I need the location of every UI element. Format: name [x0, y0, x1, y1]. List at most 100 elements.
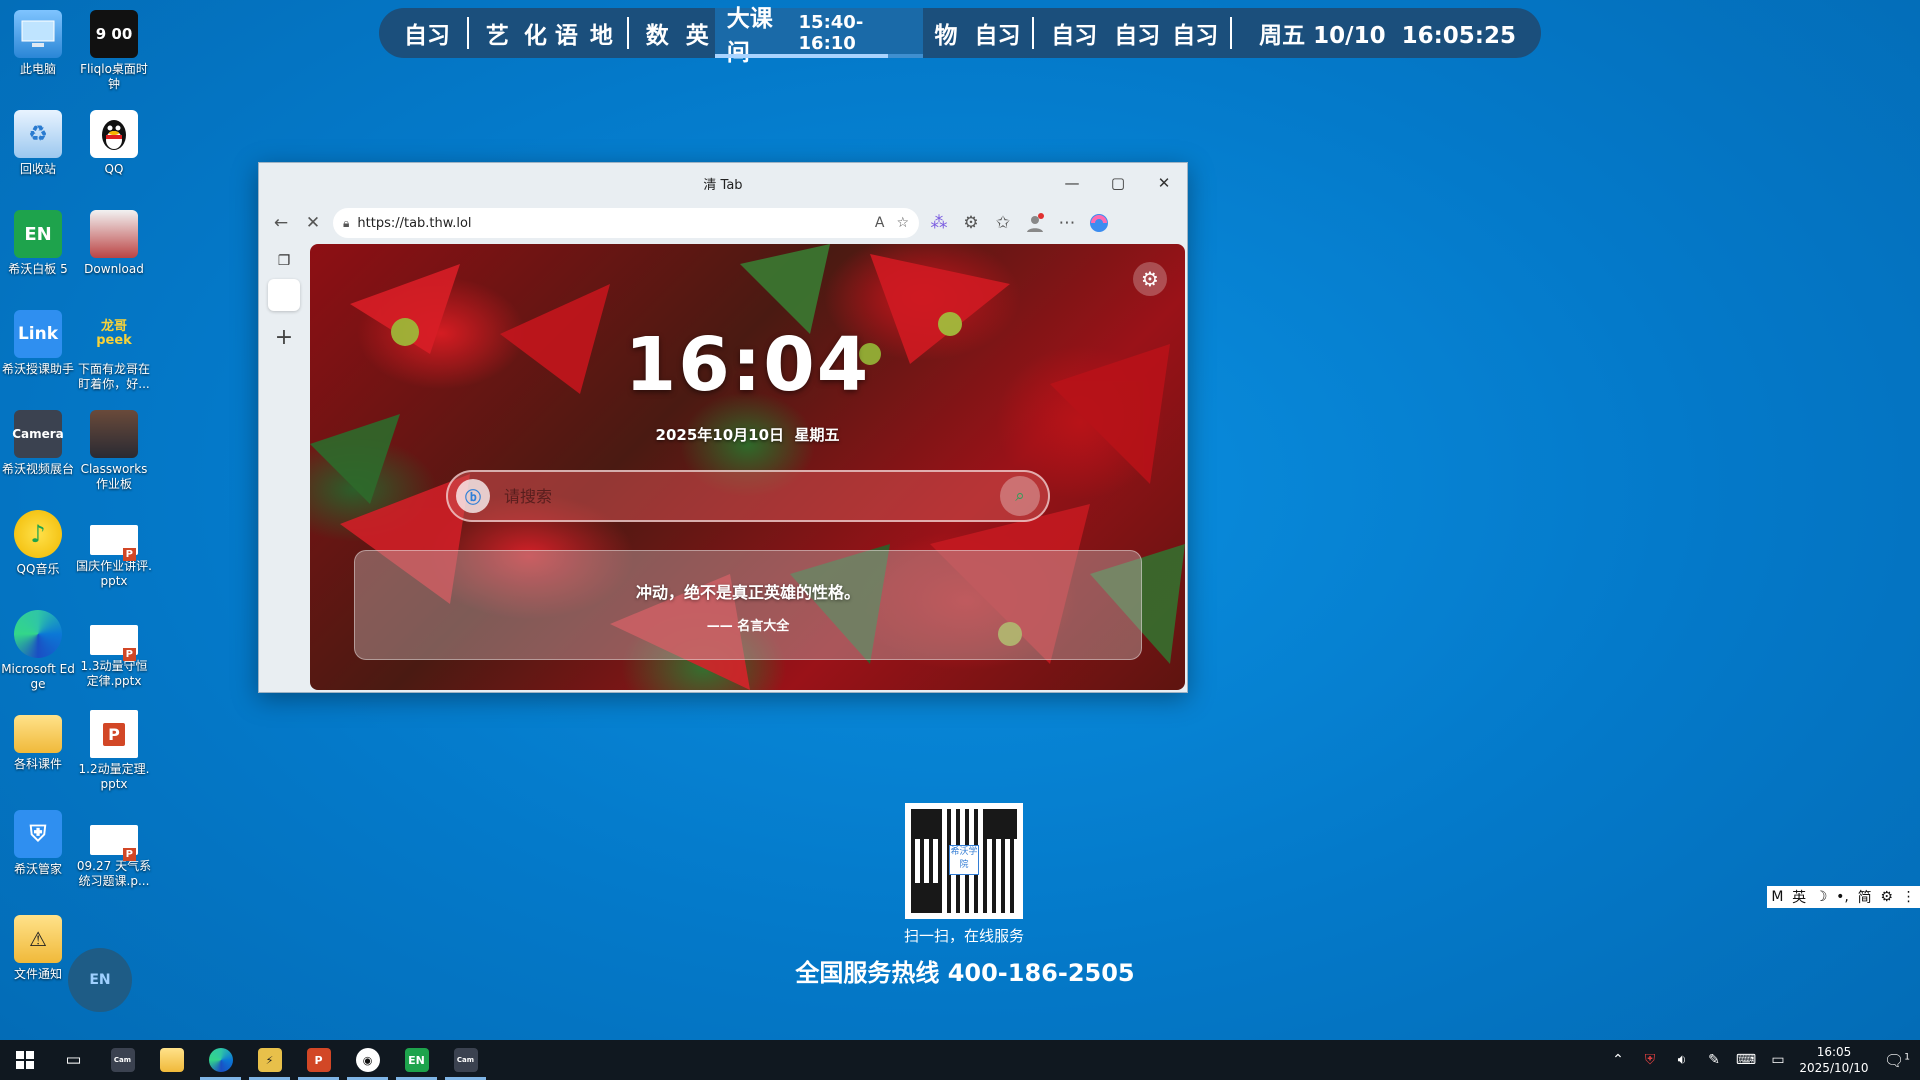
seewo-camera-icon: Camera	[12, 410, 64, 458]
address-url[interactable]: https://tab.thw.lol	[357, 216, 862, 231]
qr-pattern: 希沃学院	[911, 809, 1017, 913]
desktop-icon-seewo-camera[interactable]: Camera 希沃视频展台	[0, 410, 76, 477]
taskbar-seewo-camera-icon[interactable]: Cam	[98, 1040, 147, 1080]
desktop-icon-courseware-folder[interactable]: 各科课件	[0, 715, 76, 772]
schedule-clock: 周五 10/10 16:05:25	[1259, 23, 1517, 49]
desktop-icon-seewo-guard[interactable]: ⛨ 希沃管家	[0, 810, 76, 877]
settings-gear-icon[interactable]: ⚙	[1133, 262, 1167, 296]
notification-icon[interactable]: 🗨︎1	[1874, 1051, 1920, 1070]
browser-window[interactable]: 清 Tab — ▢ ✕ ← ✕ 🔒︎ https://tab.thw.lol A…	[258, 162, 1188, 693]
desktop-icon-label: 希沃授课助手	[1, 362, 74, 376]
pptx-file-icon: P	[90, 625, 138, 661]
taskbar-qq-icon[interactable]: ◉	[343, 1040, 392, 1080]
desktop-icon-fliqlo[interactable]: 9 00 Fliqlo桌面时钟	[76, 10, 152, 92]
schedule-item: 数	[645, 23, 669, 49]
taskbar-powerpoint-icon[interactable]: P	[294, 1040, 343, 1080]
class-schedule-bar: 自习 艺 化 语 地 数 英 大课间 15:40-16:10 物 自习 自习 自…	[379, 6, 1541, 66]
volume-icon[interactable]: 🔉︎	[1666, 1052, 1698, 1068]
extension-grid-icon[interactable]: ⁂	[923, 207, 955, 239]
desktop-icon-label: Fliqlo桌面时钟	[80, 62, 148, 91]
start-icon[interactable]	[0, 1040, 49, 1080]
desktop-icon-pptx-3[interactable]: P 1.2动量定理.pptx	[76, 710, 152, 792]
favorite-star-icon[interactable]: ☆	[896, 215, 909, 231]
pen-icon[interactable]: ✎	[1698, 1052, 1730, 1068]
desktop-icon-recycle-bin[interactable]: ♻ 回收站	[0, 110, 76, 177]
profile-icon[interactable]	[1019, 207, 1051, 239]
desktop-icon-qq[interactable]: QQ	[76, 110, 152, 177]
lock-icon[interactable]: 🔒︎	[343, 216, 349, 231]
search-input[interactable]	[504, 486, 1000, 506]
desktop-icon-pptx-4[interactable]: P 09.27 天气系统习题课.p...	[76, 825, 152, 889]
desktop-icon-qq-music[interactable]: ♪ QQ音乐	[0, 510, 76, 577]
desktop-icon-label: 希沃管家	[13, 862, 62, 876]
desktop-icon-label: QQ音乐	[16, 562, 60, 576]
pptx-file-icon: P	[90, 525, 138, 561]
window-titlebar[interactable]: 清 Tab — ▢ ✕	[259, 163, 1187, 203]
taskbar-fliqlo-icon[interactable]: ⚡	[245, 1040, 294, 1080]
new-tab-icon[interactable]: +	[275, 325, 293, 350]
task-view-icon[interactable]: ▭	[49, 1040, 98, 1080]
desktop-icon-label: Download	[84, 262, 144, 276]
active-tab[interactable]	[268, 279, 300, 311]
favorites-icon[interactable]: ✩	[987, 207, 1019, 239]
tray-clock[interactable]: 16:05 2025/10/10	[1794, 1044, 1874, 1076]
extensions-icon[interactable]: ⚙	[955, 207, 987, 239]
taskbar-edge-icon[interactable]	[196, 1040, 245, 1080]
security-shield-icon[interactable]: ⛨	[1634, 1052, 1666, 1068]
tab-actions-icon[interactable]: ❐	[278, 253, 291, 269]
taskbar-seewo-camera-icon-2[interactable]: Cam	[441, 1040, 490, 1080]
new-tab-page: ⚙ 16:04 2025年10月10日 星期五 ⓑ ⌕ 冲动，绝不是真正英雄的性…	[310, 244, 1185, 690]
ime-simplified-toggle[interactable]: 简	[1858, 887, 1872, 907]
ime-settings-icon[interactable]: ⚙	[1880, 889, 1893, 905]
maximize-button[interactable]: ▢	[1095, 163, 1141, 203]
schedule-item: 自习	[404, 23, 450, 49]
image-file-icon: 龙哥 peek	[96, 319, 132, 348]
vertical-tabs-sidebar: ❐ +	[259, 243, 309, 692]
show-hidden-icons-icon[interactable]: ⌃	[1602, 1052, 1634, 1068]
service-hotline: 全国服务热线 400-186-2505	[795, 959, 1135, 987]
desktop-icon-download[interactable]: Download	[76, 210, 152, 277]
file-explorer-icon[interactable]	[147, 1040, 196, 1080]
schedule-divider	[1230, 17, 1233, 49]
desktop-icon-file-notice[interactable]: ⚠ 文件通知	[0, 915, 76, 982]
schedule-item: 自习	[1172, 23, 1219, 49]
desktop-icon-label: QQ	[104, 162, 124, 176]
desktop-icon-seewo-link[interactable]: Link 希沃授课助手	[0, 310, 76, 377]
qr-center-logo: 希沃学院	[949, 845, 979, 875]
desktop-icon-classworks[interactable]: Classworks作业板	[76, 410, 152, 492]
read-aloud-icon[interactable]: A	[875, 215, 885, 231]
ime-mode-icon[interactable]: M	[1771, 889, 1783, 905]
ime-punctuation-icon[interactable]: •,	[1836, 889, 1849, 905]
desktop-icon-edge[interactable]: Microsoft Edge	[0, 610, 76, 692]
pptx-file-icon: P	[90, 825, 138, 861]
schedule-item: 物	[934, 23, 958, 49]
more-menu-icon[interactable]: ⋯	[1051, 207, 1083, 239]
desktop-icon-seewo-whiteboard[interactable]: EN 希沃白板 5	[0, 210, 76, 277]
desktop-icon-pptx-2[interactable]: P 1.3动量守恒定律.pptx	[76, 625, 152, 689]
ime-language-toggle[interactable]: 英	[1792, 887, 1806, 907]
back-icon[interactable]: ←	[265, 207, 297, 239]
keyboard-icon[interactable]: ⌨	[1730, 1052, 1762, 1068]
copilot-icon[interactable]	[1083, 207, 1115, 239]
ime-half-full-icon[interactable]: ☽	[1815, 889, 1828, 905]
search-box: ⓑ ⌕	[446, 470, 1050, 522]
desktop-icon-pptx-1[interactable]: P 国庆作业讲评.pptx	[76, 525, 152, 589]
close-window-button[interactable]: ✕	[1141, 163, 1187, 203]
tray-time: 16:05	[1816, 1045, 1852, 1059]
ime-more-icon[interactable]: ⋮	[1902, 889, 1916, 905]
minimize-button[interactable]: —	[1049, 163, 1095, 203]
desktop-icon-label: 09.27 天气系统习题课.p...	[76, 859, 152, 888]
desktop-icon-longge-image[interactable]: 龙哥 peek 下面有龙哥在盯着你，好...	[76, 310, 152, 392]
qq-music-icon: ♪	[14, 510, 62, 558]
search-engine-icon[interactable]: ⓑ	[456, 479, 490, 513]
desktop-icon-this-pc[interactable]: 此电脑	[0, 10, 76, 77]
search-icon[interactable]: ⌕	[1000, 476, 1040, 516]
taskbar-seewo-whiteboard-icon[interactable]: EN	[392, 1040, 441, 1080]
computer-icon	[14, 10, 62, 58]
floating-assistant-ball[interactable]: EN	[68, 948, 132, 1012]
stop-loading-icon[interactable]: ✕	[297, 207, 329, 239]
address-bar[interactable]: 🔒︎ https://tab.thw.lol A ☆	[333, 208, 919, 238]
recycle-bin-icon: ♻	[14, 110, 62, 158]
quote-card: 冲动，绝不是真正英雄的性格。 —— 名言大全	[354, 550, 1142, 660]
display-icon[interactable]: ▭	[1762, 1052, 1794, 1068]
